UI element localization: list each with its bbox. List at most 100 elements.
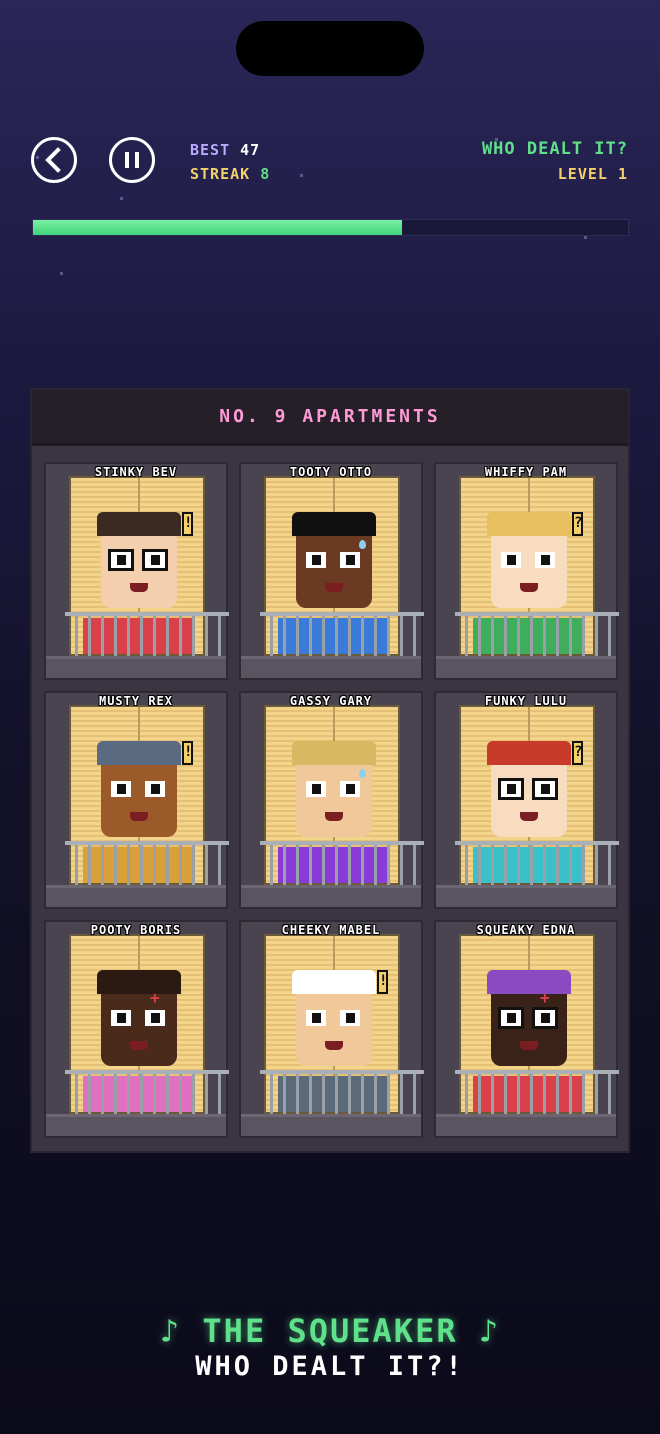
level-indicator: LEVEL 1 <box>482 161 628 187</box>
apartment-grid: STINKY BEV! TOOTY OTTO WHIFFY PAM? MUSTY RE… <box>44 462 620 1138</box>
tenant-mouth <box>520 812 538 821</box>
glasses-icon <box>108 549 134 571</box>
apartment-window[interactable]: FUNKY LULU? <box>434 691 619 909</box>
apartment-window[interactable]: SQUEAKY EDNA + <box>434 920 619 1138</box>
tenant-eye <box>117 1013 126 1023</box>
game-title: WHO DEALT IT? <box>481 139 628 159</box>
building-sign: NO. 9 APARTMENTS <box>32 390 628 446</box>
tenant-eye <box>151 1013 160 1023</box>
balcony-railing <box>65 1070 229 1116</box>
round-progress-fill <box>33 220 402 235</box>
tenant-name: MUSTY REX <box>98 694 174 708</box>
tenant-eye <box>312 1013 321 1023</box>
anger-mark-icon: + <box>150 988 160 1007</box>
sweat-drop-icon <box>359 540 366 549</box>
tenant-name: CHEEKY MABEL <box>281 923 381 937</box>
tenant-hair <box>97 970 181 994</box>
tenant-eye <box>117 784 126 794</box>
back-button[interactable] <box>31 137 77 183</box>
tenant-eye <box>312 555 321 565</box>
tenant-hair <box>292 741 376 765</box>
question-icon: ? <box>572 741 583 765</box>
tenant-name: FUNKY LULU <box>484 694 568 708</box>
anger-mark-icon: + <box>540 988 550 1007</box>
balcony-ledge <box>436 1114 616 1136</box>
apartment-building: NO. 9 APARTMENTS STINKY BEV! TOOTY OTTO WH… <box>30 388 630 1153</box>
tenant-hair <box>487 512 571 536</box>
device-notch <box>236 21 424 76</box>
apartment-window[interactable]: CHEEKY MABEL! <box>239 920 424 1138</box>
tenant-eye <box>312 784 321 794</box>
tenant-mouth <box>325 1041 343 1050</box>
apartment-window[interactable]: GASSY GARY <box>239 691 424 909</box>
tenant-name: GASSY GARY <box>289 694 373 708</box>
apartment-window[interactable]: STINKY BEV! <box>44 462 229 680</box>
best-label: BEST <box>190 141 231 159</box>
tenant-hair <box>487 741 571 765</box>
balcony-ledge <box>46 656 226 678</box>
balcony-ledge <box>46 1114 226 1136</box>
footer-subtitle: WHO DEALT IT?! <box>195 1351 465 1382</box>
tenant-mouth <box>130 812 148 821</box>
streak-label: STREAK <box>190 165 251 183</box>
tenant-hair <box>292 512 376 536</box>
balcony-ledge <box>46 885 226 907</box>
tenant-name: TOOTY OTTO <box>289 465 373 479</box>
balcony-ledge <box>241 885 421 907</box>
sweat-drop-icon <box>359 769 366 778</box>
balcony-ledge <box>436 656 616 678</box>
balcony-ledge <box>241 656 421 678</box>
tenant-hair <box>292 970 376 994</box>
balcony-railing <box>260 612 424 658</box>
apartment-window[interactable]: TOOTY OTTO <box>239 462 424 680</box>
glasses-icon <box>532 1007 558 1029</box>
balcony-railing <box>455 1070 619 1116</box>
balcony-railing <box>260 841 424 887</box>
tenant-mouth <box>325 812 343 821</box>
footer-title: ♪ THE SQUEAKER ♪ <box>159 1312 501 1350</box>
tenant-name: POOTY BORIS <box>90 923 182 937</box>
streak: STREAK 8 <box>190 162 270 186</box>
tenant-eye <box>346 784 355 794</box>
balcony-railing <box>65 612 229 658</box>
tenant-eye <box>507 555 516 565</box>
level-value: 1 <box>617 165 628 183</box>
tenant-hair <box>97 741 181 765</box>
back-arrow-icon <box>45 147 61 173</box>
level-info: WHO DEALT IT? LEVEL 1 <box>482 137 628 187</box>
exclamation-icon: ! <box>182 512 193 536</box>
round-progress-bar <box>32 219 629 236</box>
level-label: LEVEL <box>557 165 608 183</box>
best-value: 47 <box>240 141 261 159</box>
tenant-mouth <box>325 583 343 592</box>
balcony-ledge <box>436 885 616 907</box>
tenant-mouth <box>130 1041 148 1050</box>
pause-button[interactable] <box>109 137 155 183</box>
question-icon: ? <box>572 512 583 536</box>
tenant-eye <box>541 555 550 565</box>
balcony-railing <box>65 841 229 887</box>
best-score: BEST 47 <box>190 138 270 162</box>
tenant-hair <box>487 970 571 994</box>
apartment-window[interactable]: WHIFFY PAM? <box>434 462 619 680</box>
score-stats: BEST 47 STREAK 8 <box>190 138 270 186</box>
glasses-icon <box>498 1007 524 1029</box>
tenant-mouth <box>520 583 538 592</box>
balcony-railing <box>260 1070 424 1116</box>
tenant-name: STINKY BEV <box>94 465 178 479</box>
glasses-icon <box>498 778 524 800</box>
apartment-window[interactable]: POOTY BORIS + <box>44 920 229 1138</box>
tenant-eye <box>151 784 160 794</box>
tenant-hair <box>97 512 181 536</box>
tenant-mouth <box>520 1041 538 1050</box>
tenant-name: WHIFFY PAM <box>484 465 568 479</box>
apartment-window[interactable]: MUSTY REX! <box>44 691 229 909</box>
exclamation-icon: ! <box>377 970 388 994</box>
balcony-railing <box>455 841 619 887</box>
streak-value: 8 <box>260 165 271 183</box>
tenant-eye <box>346 1013 355 1023</box>
pause-icon <box>125 152 139 168</box>
tenant-mouth <box>130 583 148 592</box>
tenant-name: SQUEAKY EDNA <box>476 923 576 937</box>
glasses-icon <box>142 549 168 571</box>
